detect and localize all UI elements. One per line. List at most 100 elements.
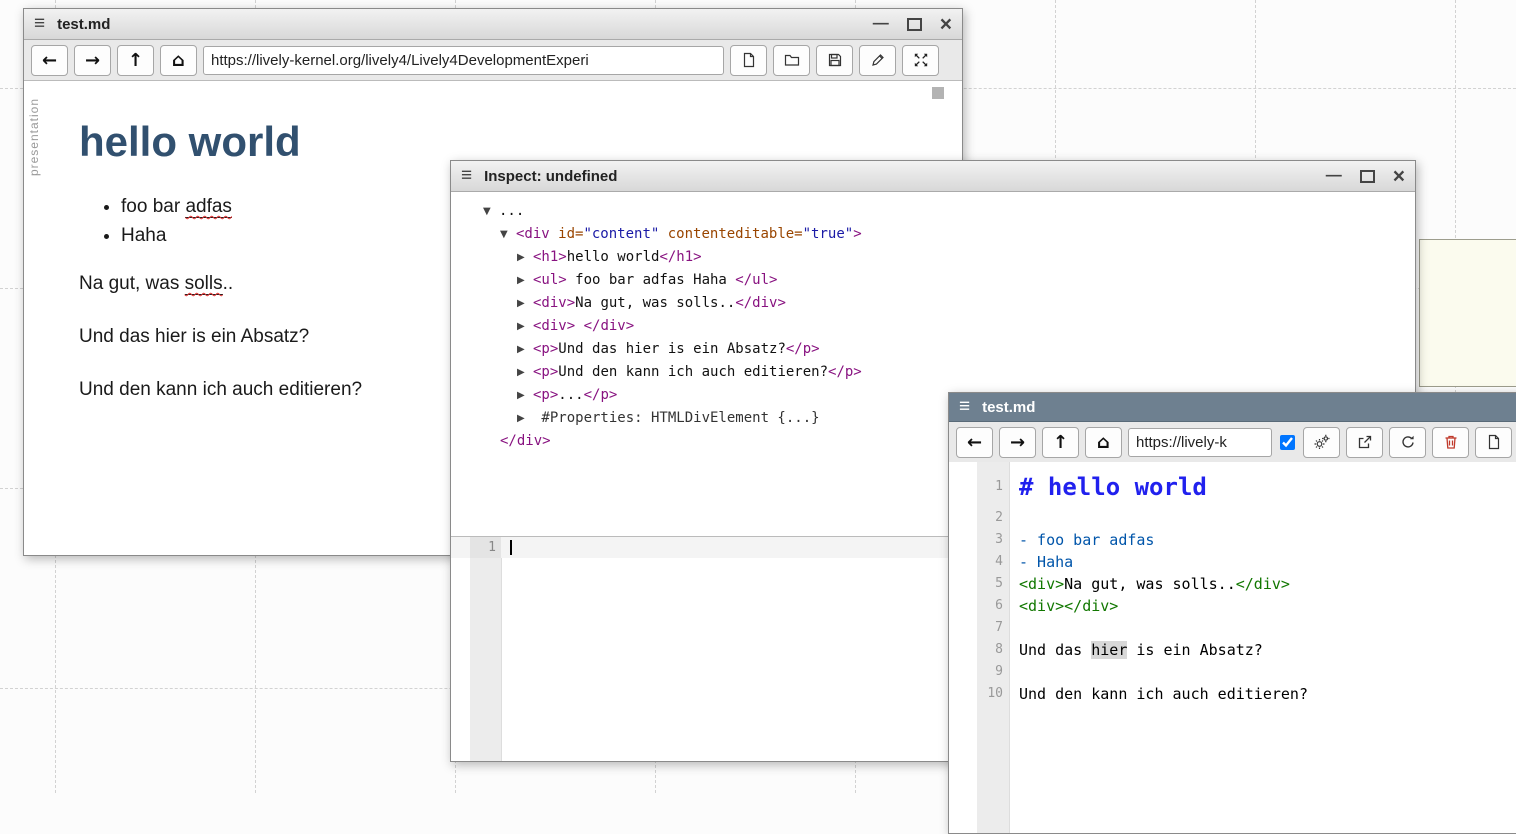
markdown-source-editor[interactable]: 1# hello world23- foo bar adfas4- Haha5<… — [949, 462, 1516, 833]
refresh-icon — [1400, 434, 1416, 450]
url-input[interactable] — [203, 46, 724, 75]
maximize-button[interactable] — [907, 18, 922, 31]
collapse-arrow-icon[interactable]: ▼ — [483, 201, 499, 223]
code-token: </div> — [500, 433, 551, 449]
hamburger-menu-icon[interactable]: ≡ — [461, 165, 472, 187]
maximize-button[interactable] — [1360, 170, 1375, 183]
expand-arrow-icon[interactable]: ▶ — [517, 247, 533, 269]
hamburger-menu-icon[interactable]: ≡ — [34, 13, 45, 35]
minimize-button[interactable]: — — [1326, 168, 1342, 184]
new-file-button[interactable] — [1475, 427, 1512, 458]
expand-arrow-icon[interactable]: ▶ — [517, 339, 533, 361]
code-token: </ul> — [735, 272, 777, 288]
editor-line-content[interactable]: Und den kann ich auch editieren? — [1009, 683, 1308, 705]
editor-line-content[interactable]: - Haha — [1009, 551, 1073, 573]
reload-button[interactable] — [1389, 427, 1426, 458]
open-folder-button[interactable] — [773, 45, 810, 76]
expand-arrow-icon[interactable]: ▶ — [517, 270, 533, 292]
settings-button[interactable] — [1303, 427, 1340, 458]
forward-icon: → — [1010, 432, 1025, 453]
expand-arrow-icon[interactable]: ▶ — [517, 293, 533, 315]
gears-icon — [1313, 434, 1331, 450]
editor-line[interactable]: 5<div>Na gut, was solls..</div> — [949, 573, 1516, 595]
window1-title: test.md — [57, 16, 110, 33]
misspelled-word: adfas — [185, 196, 231, 218]
expand-arrow-icon[interactable]: ▶ — [517, 408, 533, 430]
code-token: <div> — [533, 295, 575, 311]
markdown-editor-lines: 1# hello world23- foo bar adfas4- Haha5<… — [949, 462, 1516, 705]
tree-row[interactable]: ▶<p>Und den kann ich auch editieren?</p> — [483, 361, 1407, 384]
back-button[interactable]: ← — [31, 45, 68, 76]
tree-row[interactable]: ▼<div id="content" contenteditable="true… — [483, 223, 1407, 246]
url-input[interactable] — [1128, 428, 1272, 457]
up-icon: ↑ — [128, 50, 143, 71]
window2-titlebar[interactable]: ≡ Inspect: undefined — × — [451, 161, 1415, 192]
collapse-arrow-icon[interactable]: ▼ — [500, 224, 516, 246]
tree-row[interactable]: ▶<p>Und das hier is ein Absatz?</p> — [483, 338, 1407, 361]
window-controls: — × — [873, 14, 952, 35]
new-file-button[interactable] — [730, 45, 767, 76]
editor-line[interactable]: 7 — [949, 617, 1516, 639]
window1-toolbar: ← → ↑ ⌂ — [24, 40, 962, 81]
code-token: contenteditable= — [668, 226, 803, 242]
preview-heading: hello world — [79, 118, 922, 166]
code-token: </div> — [1064, 597, 1118, 615]
back-button[interactable]: ← — [956, 427, 993, 458]
line-number: 1 — [977, 470, 1009, 507]
pencil-icon — [870, 52, 886, 68]
save-button[interactable] — [816, 45, 853, 76]
hamburger-menu-icon[interactable]: ≡ — [959, 396, 970, 418]
up-button[interactable]: ↑ — [117, 45, 154, 76]
editor-line[interactable]: 6<div></div> — [949, 595, 1516, 617]
tree-row[interactable]: ▶<h1>hello world</h1> — [483, 246, 1407, 269]
presentation-label: presentation — [27, 98, 41, 176]
save-icon — [827, 52, 843, 68]
window1-titlebar[interactable]: ≡ test.md — × — [24, 9, 962, 40]
edit-button[interactable] — [859, 45, 896, 76]
editor-line[interactable]: 9 — [949, 661, 1516, 683]
tree-row[interactable]: ▶<div> </div> — [483, 315, 1407, 338]
editor-line-content[interactable] — [1009, 661, 1019, 683]
minimize-button[interactable]: — — [873, 16, 889, 32]
up-button[interactable]: ↑ — [1042, 427, 1079, 458]
editor-line[interactable]: 2 — [949, 507, 1516, 529]
expand-arrow-icon[interactable]: ▶ — [517, 385, 533, 407]
tree-row[interactable]: ▶<ul> foo bar adfas Haha </ul> — [483, 269, 1407, 292]
expand-arrow-icon[interactable]: ▶ — [517, 316, 533, 338]
window3-toolbar: ← → ↑ ⌂ — [949, 422, 1516, 463]
close-button[interactable]: × — [940, 14, 952, 35]
editor-line-content[interactable] — [1009, 507, 1019, 529]
line-number: 2 — [977, 507, 1009, 529]
file-icon — [741, 52, 757, 68]
auto-update-checkbox[interactable] — [1280, 435, 1295, 450]
open-external-button[interactable] — [1346, 427, 1383, 458]
editor-line-content[interactable]: <div>Na gut, was solls..</div> — [1009, 573, 1290, 595]
tree-row[interactable]: ▼... — [483, 200, 1407, 223]
editor-line[interactable]: 4- Haha — [949, 551, 1516, 573]
editor-line[interactable]: 8Und das hier is ein Absatz? — [949, 639, 1516, 661]
expand-arrow-icon[interactable]: ▶ — [517, 362, 533, 384]
editor-line[interactable]: 10Und den kann ich auch editieren? — [949, 683, 1516, 705]
code-token: Na gut, was solls.. — [575, 295, 735, 311]
home-button[interactable]: ⌂ — [1085, 427, 1122, 458]
window-markdown-editor: ≡ test.md ← → ↑ ⌂ 1# hello world23- foo … — [948, 392, 1516, 834]
close-button[interactable]: × — [1393, 166, 1405, 187]
home-button[interactable]: ⌂ — [160, 45, 197, 76]
editor-line[interactable]: 3- foo bar adfas — [949, 529, 1516, 551]
forward-button[interactable]: → — [74, 45, 111, 76]
line-number: 7 — [977, 617, 1009, 639]
editor-line[interactable]: 1# hello world — [949, 470, 1516, 507]
up-icon: ↑ — [1053, 432, 1068, 453]
forward-button[interactable]: → — [999, 427, 1036, 458]
editor-line-content[interactable]: # hello world — [1009, 470, 1207, 507]
code-token — [659, 226, 667, 242]
expand-button[interactable] — [902, 45, 939, 76]
editor-line-content[interactable]: Und das hier is ein Absatz? — [1009, 639, 1263, 661]
tree-row[interactable]: ▶<div>Na gut, was solls..</div> — [483, 292, 1407, 315]
window3-titlebar[interactable]: ≡ test.md — [949, 393, 1516, 422]
editor-line-content[interactable] — [1009, 617, 1019, 639]
code-token: </div> — [584, 318, 635, 334]
editor-line-content[interactable]: - foo bar adfas — [1009, 529, 1154, 551]
delete-button[interactable] — [1432, 427, 1469, 458]
editor-line-content[interactable]: <div></div> — [1009, 595, 1118, 617]
